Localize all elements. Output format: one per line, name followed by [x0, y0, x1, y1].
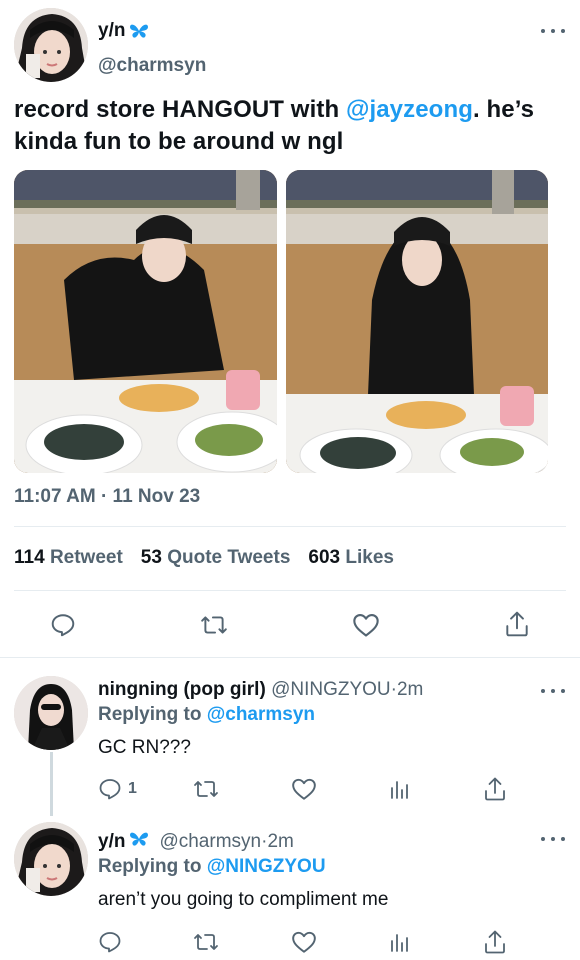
- retweet-button[interactable]: [193, 777, 219, 801]
- heart-icon: [292, 778, 316, 800]
- heart-icon: [353, 614, 379, 637]
- reply-author-handle[interactable]: @charmsyn: [159, 831, 261, 853]
- replying-to: Replying to @charmsyn: [98, 704, 315, 726]
- share-icon: [485, 777, 505, 801]
- reply-author-name[interactable]: ningning (pop girl): [98, 679, 266, 701]
- more-options-icon[interactable]: [541, 24, 565, 38]
- reply-author-handle[interactable]: @NINGZYOU: [271, 679, 391, 701]
- divider: [14, 526, 566, 527]
- analytics-button[interactable]: [388, 777, 412, 801]
- likes-label: Likes: [345, 547, 394, 568]
- thread-connector: [50, 752, 53, 816]
- butterfly-icon: [130, 832, 149, 846]
- author-name[interactable]: y/n: [98, 20, 125, 42]
- tweet-timestamp[interactable]: 11:07 AM · 11 Nov 23: [14, 486, 200, 508]
- retweet-count: 114: [14, 547, 45, 568]
- reply-count: 1: [128, 780, 137, 797]
- reply-text: aren’t you going to compliment me: [98, 889, 389, 910]
- reply-button[interactable]: [50, 612, 76, 638]
- reply-button[interactable]: 1: [98, 777, 137, 801]
- comment-icon: [51, 614, 75, 637]
- like-button[interactable]: [291, 930, 317, 954]
- quote-stat[interactable]: 53 Quote Tweets: [141, 547, 291, 569]
- comment-icon: [99, 932, 121, 953]
- reply-avatar[interactable]: [14, 822, 88, 896]
- heart-icon: [292, 931, 316, 953]
- replying-to-prefix: Replying to: [98, 856, 207, 877]
- tweet-photo-2[interactable]: [286, 170, 548, 473]
- reply-author-name[interactable]: y/n: [98, 831, 125, 853]
- reply-header: ningning (pop girl) @NINGZYOU · 2m: [98, 679, 423, 701]
- author-handle[interactable]: @charmsyn: [98, 55, 206, 77]
- retweet-button[interactable]: [200, 612, 228, 638]
- replying-to-link[interactable]: @NINGZYOU: [207, 856, 326, 877]
- retweet-label: Retweet: [49, 547, 123, 568]
- analytics-icon: [391, 934, 408, 952]
- analytics-button[interactable]: [388, 930, 412, 954]
- retweet-stat[interactable]: 114 Retweet: [14, 547, 123, 569]
- tweet-photo-1[interactable]: [14, 170, 277, 473]
- reply-avatar[interactable]: [14, 676, 88, 750]
- analytics-icon: [391, 781, 408, 799]
- author-name-row[interactable]: y/n: [98, 20, 149, 42]
- like-button[interactable]: [352, 612, 380, 638]
- retweet-button[interactable]: [193, 930, 219, 954]
- more-options-icon[interactable]: [541, 832, 565, 846]
- reply-header: y/n @charmsyn · 2m: [98, 831, 294, 853]
- likes-stat[interactable]: 603 Likes: [308, 547, 394, 569]
- replying-to: Replying to @NINGZYOU: [98, 856, 326, 878]
- reply-button[interactable]: [98, 930, 122, 954]
- tweet-text: record store HANGOUT with @jayzeong. he’…: [14, 94, 564, 158]
- like-button[interactable]: [291, 777, 317, 801]
- share-icon: [485, 930, 505, 954]
- share-button[interactable]: [483, 929, 507, 955]
- share-button[interactable]: [504, 610, 530, 638]
- replying-to-prefix: Replying to: [98, 704, 207, 725]
- engagement-stats: 114 Retweet 53 Quote Tweets 603 Likes: [14, 547, 394, 569]
- divider: [14, 590, 566, 591]
- retweet-icon: [194, 781, 218, 797]
- divider: [0, 657, 580, 658]
- mention-link[interactable]: @jayzeong: [346, 96, 473, 123]
- reply-time[interactable]: 2m: [397, 679, 423, 701]
- reply-time[interactable]: 2m: [267, 831, 293, 853]
- reply-text: GC RN???: [98, 737, 191, 758]
- retweet-icon: [194, 934, 218, 950]
- author-avatar[interactable]: [14, 8, 88, 82]
- quote-count: 53: [140, 547, 162, 568]
- tweet-text-part: record store HANGOUT with: [14, 96, 346, 123]
- butterfly-icon: [130, 24, 149, 38]
- share-button[interactable]: [483, 776, 507, 802]
- quote-label: Quote Tweets: [167, 547, 291, 568]
- comment-icon: [99, 779, 121, 800]
- replying-to-link[interactable]: @charmsyn: [207, 704, 315, 725]
- retweet-icon: [201, 616, 227, 634]
- more-options-icon[interactable]: [541, 684, 565, 698]
- likes-count: 603: [308, 547, 341, 568]
- share-icon: [506, 611, 528, 637]
